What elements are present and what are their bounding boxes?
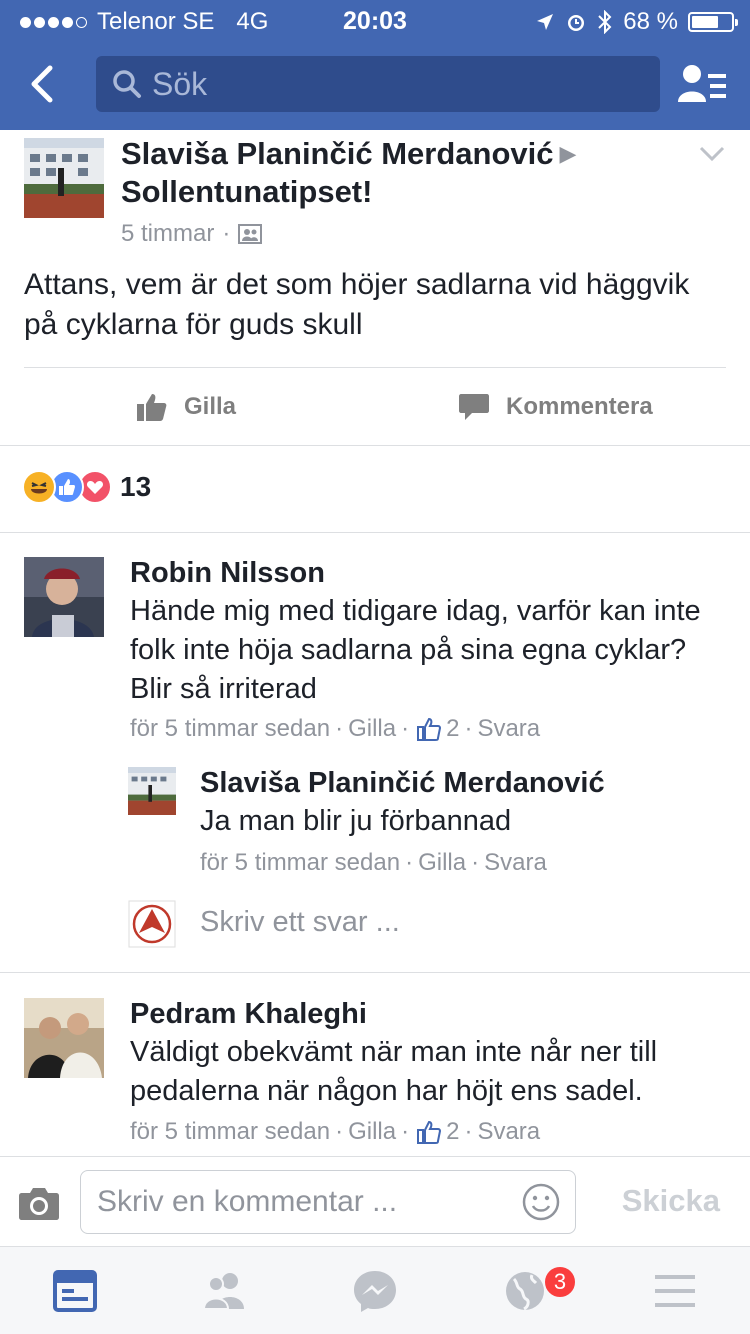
comment-text: Hände mig med tidigare idag, varför kan … xyxy=(130,595,701,705)
triangle-right-icon: ▶ xyxy=(559,141,577,166)
post-text: Attans, vem är det som höjer sadlarna vi… xyxy=(24,268,690,341)
location-arrow-icon xyxy=(537,14,554,30)
thumbs-up-icon xyxy=(137,393,167,421)
reply-like-button[interactable]: Gilla xyxy=(418,849,466,877)
back-arrow-icon[interactable] xyxy=(22,62,66,106)
search-input[interactable]: Sök xyxy=(96,56,660,112)
like-button[interactable]: Gilla xyxy=(136,368,236,445)
comment: Pedram Khaleghi Väldigt obekvämt när man… xyxy=(24,998,726,1158)
post-author: Slaviša Planinčić Merdanović ▶ Sollentuna… xyxy=(121,135,681,211)
comment-time[interactable]: för 5 timmar sedan xyxy=(130,1118,330,1146)
reply-input[interactable]: Skriv ett svar ... xyxy=(128,900,726,950)
reply-text: Ja man blir ju förbannad xyxy=(200,805,512,837)
tab-bar: 3 xyxy=(0,1246,750,1334)
comment-meta: för 5 timmar sedan · Gilla · 2 · Svara xyxy=(130,715,541,743)
menu-icon[interactable] xyxy=(652,1269,698,1313)
post-time[interactable]: 5 timmar xyxy=(121,220,214,248)
comment-composer: Skriv en kommentar ... Skicka xyxy=(0,1156,750,1246)
comment-text: Väldigt obekvämt när man inte når ner ti… xyxy=(130,1036,658,1107)
reaction-count: 13 xyxy=(120,471,152,502)
divider xyxy=(0,445,750,446)
comment-input[interactable]: Skriv en kommentar ... xyxy=(80,1170,576,1234)
post-author-name[interactable]: Slaviša Planinčić Merdanović xyxy=(121,136,553,171)
user-avatar-icon xyxy=(128,900,176,948)
reply-time[interactable]: för 5 timmar sedan xyxy=(200,849,400,877)
avatar[interactable] xyxy=(128,767,176,815)
comment-author[interactable]: Robin Nilsson xyxy=(130,557,325,590)
top-bar: Telenor SE 4G 20:03 68 % Sök xyxy=(0,0,750,130)
alarm-clock-icon xyxy=(568,15,585,31)
comment-reply-button[interactable]: Svara xyxy=(477,1118,540,1146)
divider xyxy=(0,972,750,973)
comment-like-count: 2 xyxy=(446,715,460,742)
reply-reply-button[interactable]: Svara xyxy=(484,849,547,877)
notifications-globe-icon[interactable] xyxy=(502,1269,548,1313)
speech-bubble-icon xyxy=(459,393,489,420)
divider xyxy=(0,532,750,533)
friend-requests-icon[interactable] xyxy=(676,62,728,106)
search-placeholder: Sök xyxy=(152,65,208,102)
group-icon xyxy=(238,224,263,244)
reply-placeholder: Skriv ett svar ... xyxy=(200,906,400,938)
comment-reply-button[interactable]: Svara xyxy=(477,715,540,743)
reply-meta: för 5 timmar sedan · Gilla · Svara xyxy=(200,849,547,877)
notification-badge: 3 xyxy=(543,1265,577,1299)
messenger-icon[interactable] xyxy=(352,1269,398,1313)
comment-author[interactable]: Pedram Khaleghi xyxy=(130,998,367,1031)
separator: · xyxy=(222,220,231,247)
comment-meta: för 5 timmar sedan · Gilla · 2 · Svara xyxy=(130,1118,541,1146)
comment-time[interactable]: för 5 timmar sedan xyxy=(130,715,330,743)
thumbs-up-icon[interactable] xyxy=(416,716,442,742)
battery-icon xyxy=(688,12,738,32)
chevron-down-icon[interactable] xyxy=(698,144,726,164)
post-meta: 5 timmar · xyxy=(121,220,263,248)
comment-input-placeholder: Skriv en kommentar ... xyxy=(97,1185,398,1218)
battery-percent: 68 % xyxy=(623,8,678,35)
search-icon xyxy=(113,70,141,98)
haha-reaction-icon xyxy=(22,470,56,504)
status-indicators: 68 % xyxy=(535,8,738,36)
news-feed-icon[interactable] xyxy=(52,1269,98,1313)
like-label: Gilla xyxy=(184,392,237,420)
comment-button[interactable]: Kommentera xyxy=(458,368,653,445)
camera-icon[interactable] xyxy=(18,1185,60,1221)
reply: Slaviša Planinčić Merdanović Ja man blir… xyxy=(128,767,726,887)
emoji-icon[interactable] xyxy=(521,1182,561,1222)
friend-requests-tab-icon[interactable] xyxy=(202,1269,248,1313)
comment-label: Kommentera xyxy=(506,392,653,420)
comment: Robin Nilsson Hände mig med tidigare ida… xyxy=(24,557,726,957)
comment-like-button[interactable]: Gilla xyxy=(348,1118,396,1146)
bluetooth-icon xyxy=(598,10,612,34)
post-actions: Gilla Kommentera xyxy=(0,368,750,445)
avatar[interactable] xyxy=(24,138,104,218)
reply-author[interactable]: Slaviša Planinčić Merdanović xyxy=(200,767,605,800)
comment-like-count: 2 xyxy=(446,1118,460,1145)
avatar[interactable] xyxy=(24,998,104,1078)
thumbs-up-icon[interactable] xyxy=(416,1119,442,1145)
post-target-group[interactable]: Sollentunatipset! xyxy=(121,174,372,209)
comment-like-button[interactable]: Gilla xyxy=(348,715,396,743)
send-button[interactable]: Skicka xyxy=(622,1183,720,1219)
reactions-summary[interactable]: 13 xyxy=(22,470,151,504)
avatar[interactable] xyxy=(24,557,104,637)
status-bar: Telenor SE 4G 20:03 68 % xyxy=(0,0,750,40)
nav-bar: Sök xyxy=(0,40,750,130)
